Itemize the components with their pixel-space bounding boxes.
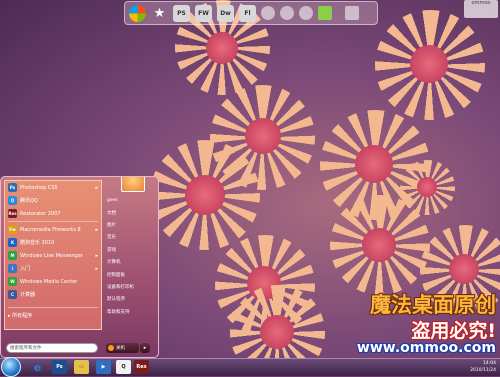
chevron-right-icon: ▸ xyxy=(95,226,98,233)
program-item[interactable]: Q 腾讯QQ xyxy=(5,194,101,207)
shutdown-label: 关机 xyxy=(116,346,125,351)
link-music[interactable]: 音乐 xyxy=(105,231,157,243)
power-icon xyxy=(108,345,114,351)
program-item[interactable]: Ps Photoshop CS5 ▸ xyxy=(5,181,101,194)
calculator-icon: C xyxy=(8,290,17,299)
right-links: gees 文档 图片 音乐 游戏 计算机 控制面板 设备和打印机 默认程序 帮助… xyxy=(105,177,157,356)
link-devices[interactable]: 设备和打印机 xyxy=(105,281,157,293)
flash-icon[interactable]: Fl xyxy=(239,4,256,22)
link-help[interactable]: 帮助和支持 xyxy=(105,306,157,318)
search-input[interactable]: 搜索程序和文件 xyxy=(6,343,98,353)
chevron-right-icon: ▸ xyxy=(95,184,98,191)
link-computer[interactable]: 计算机 xyxy=(105,256,157,268)
program-item[interactable]: Res Restorator 2007 xyxy=(5,207,101,220)
taskbar: e Ps ▭ ▶ Q Res 14:04 2010/11/24 xyxy=(0,357,500,377)
program-item[interactable]: K 酷狗音乐 2010 xyxy=(5,236,101,249)
program-item[interactable]: M Windows Live Messenger ▸ xyxy=(5,249,101,262)
program-label: 酷狗音乐 2010 xyxy=(20,240,55,246)
link-games[interactable]: 游戏 xyxy=(105,244,157,256)
fireworks-icon[interactable]: FW xyxy=(195,4,212,22)
program-label: 腾讯QQ xyxy=(20,198,38,204)
watermark-url: www.ommoo.com xyxy=(356,340,496,356)
chevron-right-icon: ▸ xyxy=(95,252,98,259)
program-label: Photoshop CS5 xyxy=(20,184,58,191)
qq-icon: Q xyxy=(8,196,17,205)
fireworks-icon: Fw xyxy=(8,225,17,234)
clock[interactable]: 14:04 2010/11/24 xyxy=(470,360,496,374)
messenger-icon: M xyxy=(8,251,17,260)
shutdown-options-button[interactable]: ▸ xyxy=(140,343,150,353)
program-label: Restorator 2007 xyxy=(20,210,61,217)
star-icon[interactable]: ★ xyxy=(151,5,168,22)
restorator-icon: Res xyxy=(8,209,17,218)
photoshop-icon[interactable]: PS xyxy=(173,4,190,22)
kugou-icon: K xyxy=(8,238,17,247)
program-label: Windows Live Messenger xyxy=(20,252,83,259)
ie-icon[interactable]: e xyxy=(30,360,45,374)
start-menu: Ps Photoshop CS5 ▸ Q 腾讯QQ Res Restorator… xyxy=(0,176,159,358)
divider xyxy=(8,221,98,222)
clock-date: 2010/11/24 xyxy=(470,368,496,373)
restorator-icon[interactable]: Res xyxy=(134,360,149,374)
site-logo: ommoo xyxy=(464,0,498,18)
link-documents[interactable]: 文档 xyxy=(105,206,157,218)
getting-started-icon: i xyxy=(8,264,17,273)
headphones-icon[interactable] xyxy=(299,6,313,20)
photoshop-icon: Ps xyxy=(8,183,17,192)
program-item[interactable]: Fw Macromedia Fireworks 8 ▸ xyxy=(5,223,101,236)
divider xyxy=(8,307,98,308)
media-player-icon[interactable]: ▶ xyxy=(96,360,111,374)
link-control-panel[interactable]: 控制面板 xyxy=(105,268,157,280)
program-label: Macromedia Fireworks 8 xyxy=(20,226,81,233)
link-default-programs[interactable]: 默认程序 xyxy=(105,293,157,305)
start-button[interactable] xyxy=(1,357,21,377)
photoshop-icon[interactable]: Ps xyxy=(52,360,67,374)
top-dock: ★ PS FW Dw Fl xyxy=(124,1,378,25)
system-tray: 14:04 2010/11/24 xyxy=(426,359,498,376)
program-item[interactable]: i 入门 ▸ xyxy=(5,262,101,275)
program-label: Windows Media Center xyxy=(20,278,78,285)
watermark-line-2: 盗用必究! xyxy=(411,320,496,342)
program-label: 计算器 xyxy=(20,292,36,298)
watermark-line-1: 魔法桌面原创 xyxy=(370,293,496,317)
user-avatar[interactable] xyxy=(121,177,145,192)
trash-icon[interactable] xyxy=(345,6,359,20)
chevron-right-icon: ▸ xyxy=(95,265,98,272)
program-list: Ps Photoshop CS5 ▸ Q 腾讯QQ Res Restorator… xyxy=(4,180,102,330)
all-programs[interactable]: ▸ 所有程序 xyxy=(5,309,101,322)
shutdown-button[interactable]: 关机 xyxy=(106,343,139,353)
explorer-icon[interactable]: ▭ xyxy=(74,360,89,374)
clock-time: 14:04 xyxy=(483,361,496,366)
windows-icon[interactable] xyxy=(129,4,146,22)
media-center-icon: W xyxy=(8,277,17,286)
link-pictures[interactable]: 图片 xyxy=(105,219,157,231)
qq-icon[interactable]: Q xyxy=(116,360,131,374)
program-item[interactable]: W Windows Media Center xyxy=(5,275,101,288)
program-label: 入门 xyxy=(20,266,31,272)
chat-icon[interactable] xyxy=(261,6,275,20)
bars-icon[interactable] xyxy=(318,6,332,20)
link-user[interactable]: gees xyxy=(105,194,157,206)
program-item[interactable]: C 计算器 xyxy=(5,288,101,301)
globe-icon[interactable] xyxy=(280,6,294,20)
dreamweaver-icon[interactable]: Dw xyxy=(217,4,234,22)
